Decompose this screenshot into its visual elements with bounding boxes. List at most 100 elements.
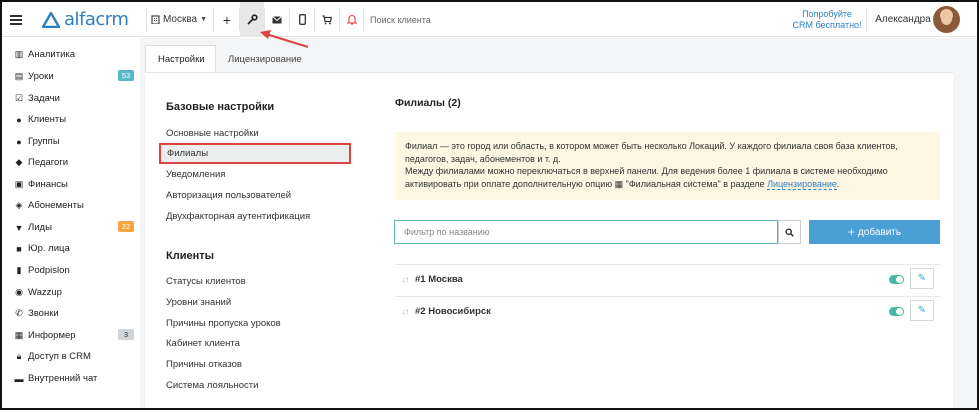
checklist-icon: ☑: [14, 93, 24, 103]
logo-text: alfacrm: [64, 9, 129, 30]
phone-icon: ✆: [15, 308, 23, 318]
lock-icon: 🔒︎: [16, 351, 22, 361]
sidebar-item-lessons[interactable]: ▤ Уроки 53: [2, 66, 140, 87]
menu-item-absence-reasons[interactable]: Причины пропуска уроков: [166, 318, 281, 329]
menu-item-client-statuses[interactable]: Статусы клиентов: [166, 276, 246, 287]
alfacrm-logo-icon: [42, 11, 60, 28]
sidebar-item-clients[interactable]: ● Клиенты: [2, 109, 140, 130]
menu-item-client-cabinet[interactable]: Кабинет клиента: [166, 338, 240, 349]
sidebar-item-podpislon[interactable]: ▮ Podpislon: [2, 260, 140, 281]
menu-item-branches[interactable]: Филиалы: [159, 143, 351, 164]
branch-label: #1 Москва: [415, 274, 463, 285]
sidebar-item-wazzup[interactable]: ◉ Wazzup: [2, 282, 140, 303]
menu-item-refusal-reasons[interactable]: Причины отказов: [166, 359, 242, 370]
caret-down-icon: ▼: [200, 16, 208, 23]
branch-active-toggle[interactable]: [889, 275, 904, 284]
sidebar-item-crm-access[interactable]: 🔒︎ Доступ в CRM: [2, 346, 140, 367]
lessons-count-badge: 53: [118, 70, 134, 81]
divider: [213, 8, 214, 31]
ticket-icon: ◈: [15, 200, 23, 210]
sidebar-item-legal-entities[interactable]: ■ Юр. лица: [2, 238, 140, 259]
phone-mobile-icon[interactable]: [290, 2, 314, 37]
sidebar-item-informer[interactable]: ▦ Информер 3: [2, 325, 140, 346]
branch-active-toggle[interactable]: [889, 307, 904, 316]
wrench-icon[interactable]: [240, 2, 264, 37]
users-icon: ●: [16, 136, 22, 147]
graduation-cap-icon: ◆: [15, 157, 23, 167]
sidebar-item-internal-chat[interactable]: ▬ Внутренний чат: [2, 368, 140, 389]
sidebar-item-label: Wazzup: [28, 287, 62, 298]
sidebar-item-finances[interactable]: ▣ Финансы: [2, 174, 140, 195]
info-text-part: активировать при оплате дополнительную о…: [405, 178, 613, 189]
info-text-line: педагогов, задач, абонементов и т. д.: [405, 153, 561, 164]
sidebar-item-label: Финансы: [28, 179, 68, 190]
menu-item-user-authorization[interactable]: Авторизация пользователей: [166, 190, 291, 201]
sidebar-item-label: Абонементы: [28, 200, 84, 211]
menu-item-two-factor-auth[interactable]: Двухфакторная аутентификация: [166, 211, 310, 222]
drag-handle-icon[interactable]: ↓↑: [395, 275, 415, 284]
menu-item-loyalty-system[interactable]: Система лояльности: [166, 380, 258, 391]
edit-branch-button[interactable]: ✎: [910, 300, 934, 321]
trial-link[interactable]: Попробуйте CRM бесплатно!: [777, 2, 877, 37]
add-icon[interactable]: +: [215, 2, 239, 37]
sidebar-item-subscriptions[interactable]: ◈ Абонементы: [2, 195, 140, 216]
city-selector[interactable]: Москва ▼: [148, 2, 210, 37]
whatsapp-icon: ◉: [15, 287, 23, 297]
branch-row[interactable]: ↓↑ #1 Москва ✎: [395, 264, 940, 294]
divider: [866, 8, 867, 31]
sidebar-item-teachers[interactable]: ◆ Педагоги: [2, 152, 140, 173]
clients-heading: Клиенты: [166, 250, 215, 262]
sidebar-item-label: Внутренний чат: [28, 373, 98, 384]
calendar-icon: ▤: [14, 71, 24, 81]
sidebar-item-label: Педагоги: [28, 157, 69, 168]
sidebar-item-tasks[interactable]: ☑ Задачи: [2, 88, 140, 109]
sidebar-item-label: Доступ в CRM: [28, 351, 91, 362]
sidebar-item-analytics[interactable]: ▥ Аналитика: [2, 44, 140, 65]
menu-item-knowledge-levels[interactable]: Уровни знаний: [166, 297, 231, 308]
branch-row[interactable]: ↓↑ #2 Новосибирск ✎: [395, 296, 940, 326]
client-search-input[interactable]: [364, 2, 664, 37]
sidebar-item-leads[interactable]: ▼ Лиды 22: [2, 217, 140, 238]
tab-settings[interactable]: Настройки: [145, 45, 216, 73]
tab-licensing[interactable]: Лицензирование: [216, 45, 316, 73]
info-text-line: Филиал — это город или область, в которо…: [405, 141, 898, 151]
informer-count-badge: 3: [118, 329, 134, 340]
logo[interactable]: alfacrm: [42, 2, 147, 37]
edit-branch-button[interactable]: ✎: [910, 268, 934, 289]
sidebar-item-label: Задачи: [28, 93, 60, 104]
drag-handle-icon[interactable]: ↓↑: [395, 307, 415, 316]
info-option-name: "Филиальная система" в разделе: [625, 178, 765, 189]
sidebar-item-label: Аналитика: [28, 49, 76, 60]
add-branch-button[interactable]: + добавить: [809, 220, 940, 244]
menu-item-notifications[interactable]: Уведомления: [166, 169, 225, 180]
branch-filter-input[interactable]: [394, 220, 778, 244]
sidebar-item-label: Уроки: [28, 71, 54, 82]
top-bar: alfacrm Москва ▼ + Поиск клиента Попробу…: [2, 2, 977, 37]
city-label: Москва: [162, 14, 198, 25]
sidebar-item-label: Юр. лица: [28, 243, 70, 254]
menu-burger-icon[interactable]: [8, 2, 24, 37]
funnel-icon: ▼: [14, 222, 24, 233]
menu-item-main-settings[interactable]: Основные настройки: [166, 128, 259, 139]
mail-icon[interactable]: [265, 2, 289, 37]
sidebar-item-label: Группы: [28, 136, 60, 147]
chart-icon: ▥: [14, 49, 24, 59]
leads-count-badge: 22: [118, 221, 134, 232]
filter-search-button[interactable]: [778, 220, 801, 244]
sidebar-item-calls[interactable]: ✆ Звонки: [2, 303, 140, 324]
licensing-link[interactable]: Лицензирование: [767, 178, 837, 190]
avatar[interactable]: [933, 6, 960, 33]
info-end: .: [836, 178, 840, 189]
cart-icon[interactable]: [315, 2, 339, 37]
chat-icon: ▬: [14, 373, 24, 384]
briefcase-icon: ■: [16, 243, 22, 254]
branch-label: #2 Новосибирск: [415, 306, 491, 317]
user-name[interactable]: Александра: [868, 2, 938, 37]
info-notice: Филиал — это город или область, в которо…: [395, 132, 940, 200]
sidebar-item-groups[interactable]: ● Группы: [2, 131, 140, 152]
info-text-line: активировать при оплате дополнительную о…: [405, 178, 930, 191]
plus-icon: +: [847, 225, 855, 239]
bell-icon[interactable]: [340, 2, 364, 37]
sidebar-item-label: Podpislon: [28, 265, 70, 276]
sidebar-item-label: Звонки: [28, 308, 59, 319]
